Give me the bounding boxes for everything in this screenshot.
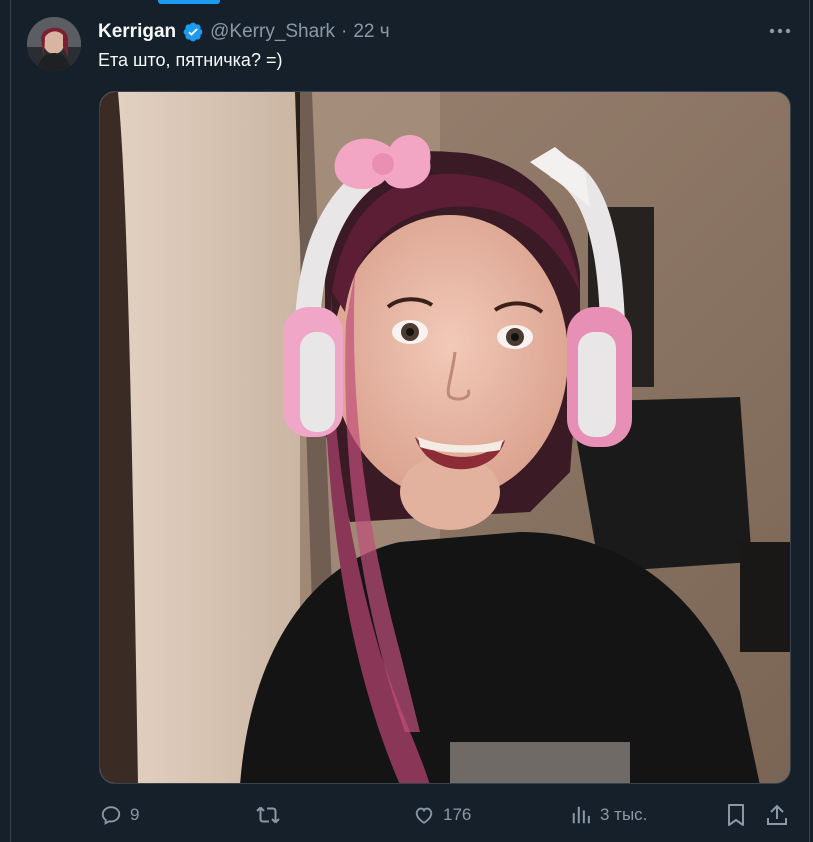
tweet-text: Ета што, пятничка? =) [98,50,283,70]
views-button[interactable]: 3 тыс. [570,800,647,830]
reply-button[interactable]: 9 [100,800,139,830]
tweet-timestamp[interactable]: 22 ч [353,21,389,43]
share-button[interactable] [766,800,788,830]
reply-icon [101,806,121,825]
reply-count: 9 [130,805,140,824]
tweet-action-bar: 9 176 3 тыс. [98,800,798,830]
avatar[interactable] [27,17,81,71]
bookmark-button[interactable] [726,800,746,830]
views-count: 3 тыс. [600,805,648,824]
share-icon [767,804,787,825]
like-count: 176 [443,805,472,824]
verified-badge-icon [182,21,204,43]
tweet-header: Kerrigan @Kerry_Shark · 22 ч [98,20,390,44]
more-dots-icon [769,28,791,34]
photo-image [100,92,790,783]
author-handle[interactable]: @Kerry_Shark [210,21,335,43]
more-options-button[interactable] [766,19,794,43]
heart-icon [415,807,433,824]
author-display-name[interactable]: Kerrigan [98,21,176,43]
tweet-photo[interactable] [99,91,791,784]
retweet-button[interactable] [256,800,288,830]
retweet-icon [256,806,280,824]
views-bars-icon [572,806,590,824]
avatar-image [27,17,81,71]
bookmark-icon [728,804,744,826]
like-button[interactable]: 176 [413,800,471,830]
separator-dot: · [341,21,348,42]
active-tab-indicator [158,0,220,4]
